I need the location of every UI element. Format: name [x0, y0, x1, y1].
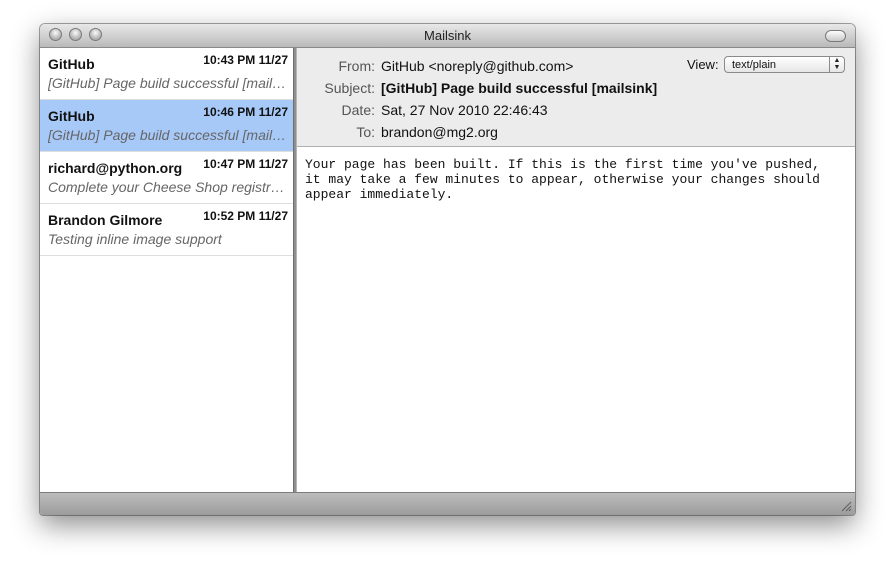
message-sender: richard@python.org: [48, 160, 183, 176]
message-subject: Testing inline image support: [48, 231, 222, 247]
message-subject: [GitHub] Page build successful [mailsink…: [48, 127, 291, 143]
date-label: Date:: [341, 102, 375, 118]
message-list-item[interactable]: richard@python.org 10:47 PM 11/27 Comple…: [40, 152, 293, 204]
select-arrows-icon: ▲ ▼: [829, 56, 844, 73]
view-format-value: text/plain: [732, 59, 777, 71]
message-viewer: From: GitHub <noreply@github.com> Subjec…: [297, 48, 855, 492]
message-header: From: GitHub <noreply@github.com> Subjec…: [297, 48, 855, 147]
message-body[interactable]: Your page has been built. If this is the…: [305, 157, 850, 202]
title-bar[interactable]: Mailsink: [40, 24, 855, 48]
toolbar-toggle-button[interactable]: [825, 30, 846, 42]
from-value: GitHub <noreply@github.com>: [381, 58, 574, 74]
message-list-item-selected[interactable]: GitHub 10:46 PM 11/27 [GitHub] Page buil…: [40, 100, 293, 152]
message-subject: Complete your Cheese Shop registration: [48, 179, 291, 195]
message-list: GitHub 10:43 PM 11/27 [GitHub] Page buil…: [40, 48, 293, 492]
subject-value: [GitHub] Page build successful [mailsink…: [381, 80, 658, 96]
status-bar: [40, 492, 855, 515]
message-list-item[interactable]: Brandon Gilmore 10:52 PM 11/27 Testing i…: [40, 204, 293, 256]
message-time: 10:43 PM 11/27: [203, 53, 288, 67]
message-time: 10:47 PM 11/27: [203, 157, 288, 171]
message-list-item[interactable]: GitHub 10:43 PM 11/27 [GitHub] Page buil…: [40, 48, 293, 100]
message-sender: GitHub: [48, 108, 95, 124]
message-sender: GitHub: [48, 56, 95, 72]
resize-grip-icon[interactable]: [840, 500, 852, 512]
to-value: brandon@mg2.org: [381, 124, 498, 140]
window-title: Mailsink: [424, 28, 471, 43]
message-sender: Brandon Gilmore: [48, 212, 163, 228]
message-time: 10:46 PM 11/27: [203, 105, 288, 119]
subject-label: Subject:: [324, 80, 375, 96]
from-label: From:: [338, 58, 375, 74]
message-time: 10:52 PM 11/27: [203, 209, 288, 223]
app-window: Mailsink GitHub 10:43 PM 11/27 [GitHub] …: [40, 24, 855, 515]
view-format-select[interactable]: text/plain ▲ ▼: [724, 56, 845, 73]
message-subject: [GitHub] Page build successful [mailsink…: [48, 75, 291, 91]
to-label: To:: [356, 124, 375, 140]
view-label: View:: [687, 57, 719, 72]
date-value: Sat, 27 Nov 2010 22:46:43: [381, 102, 548, 118]
